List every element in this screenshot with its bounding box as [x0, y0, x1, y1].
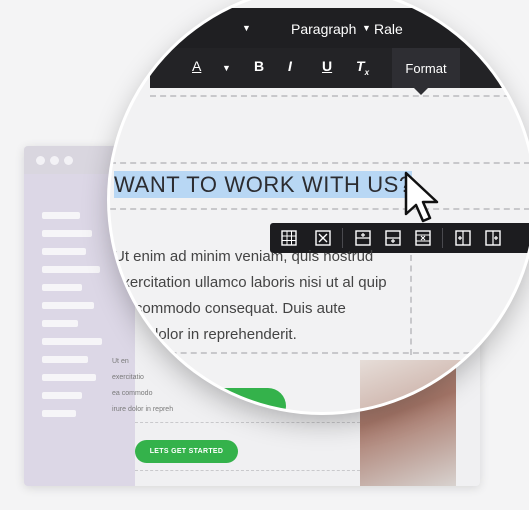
magnifier-lens: ▼ Paragraph ▼ Rale A ▼ B I U Tx Format W… — [110, 0, 529, 412]
table-properties-icon[interactable] — [280, 229, 298, 247]
insert-row-above-icon[interactable] — [354, 229, 372, 247]
editable-region-outline — [110, 162, 529, 164]
clear-format-sub: x — [364, 67, 370, 77]
lets-get-started-button[interactable]: LETS GET STARTED — [135, 440, 238, 463]
sidebar-line — [42, 266, 100, 273]
mini-text-line: ea commodo — [134, 388, 181, 397]
bold-button[interactable]: B — [254, 58, 264, 74]
editable-region-outline — [110, 208, 529, 210]
insert-column-left-icon[interactable] — [454, 229, 472, 247]
underline-button[interactable]: U — [322, 58, 332, 74]
editable-region-outline — [150, 95, 529, 97]
paragraph-line[interactable]: Ut enim ad minim veniam, quis nostrud — [114, 246, 373, 268]
editable-region-outline — [120, 352, 529, 354]
clear-format-button[interactable]: Tx — [356, 58, 369, 77]
toolbar-separator — [442, 228, 443, 248]
column-outline — [410, 255, 412, 355]
chevron-down-icon[interactable]: ▼ — [222, 63, 231, 73]
delete-row-icon[interactable] — [414, 229, 432, 247]
section-divider — [135, 470, 360, 471]
paragraph-line[interactable]: dolor in reprehenderit. — [150, 324, 297, 346]
font-dropdown[interactable]: Rale — [374, 21, 403, 37]
sidebar-line — [42, 230, 92, 237]
sidebar-line — [42, 392, 82, 399]
mini-text-line: irure dolor in repreh — [134, 402, 204, 411]
mini-text-line: exercitatio — [134, 374, 171, 383]
mini-text-line: Ut en — [134, 360, 154, 369]
section-divider — [135, 422, 360, 423]
format-toolbar-row-1: ▼ Paragraph ▼ Rale — [150, 8, 529, 48]
insert-row-below-icon[interactable] — [384, 229, 402, 247]
page-heading[interactable]: WANT TO WORK WITH US? — [114, 171, 412, 198]
sidebar-line — [42, 212, 80, 219]
magnified-photo — [360, 360, 529, 412]
insert-column-right-icon[interactable] — [484, 229, 502, 247]
sidebar-line — [42, 338, 102, 345]
paragraph-line[interactable]: exercitation ullamco laboris nisi ut al … — [114, 272, 387, 294]
format-button[interactable]: Format — [392, 48, 460, 88]
window-dot — [64, 156, 73, 165]
chevron-down-icon[interactable]: ▼ — [362, 23, 371, 33]
text-color-button[interactable]: A — [192, 58, 201, 74]
mouse-cursor-icon — [404, 171, 439, 223]
sidebar-line — [42, 410, 76, 417]
sidebar-line — [42, 248, 86, 255]
sidebar-line — [42, 356, 88, 363]
sidebar-line — [42, 374, 96, 381]
italic-button[interactable]: I — [288, 58, 292, 74]
sidebar-line — [42, 320, 78, 327]
paragraph-line[interactable]: ea commodo consequat. Duis aute — [114, 298, 346, 320]
chevron-down-icon[interactable]: ▼ — [242, 23, 251, 33]
sidebar-line — [42, 284, 82, 291]
paragraph-dropdown[interactable]: Paragraph — [291, 21, 356, 37]
window-dot — [36, 156, 45, 165]
window-dot — [50, 156, 59, 165]
screenshot-stage: Ut en exercitatio ea commodo irure dolor… — [0, 0, 529, 510]
selected-heading-text[interactable]: WANT TO WORK WITH US? — [114, 171, 412, 198]
toolbar-separator — [342, 228, 343, 248]
delete-table-icon[interactable] — [314, 229, 332, 247]
clear-format-label: T — [356, 58, 365, 74]
format-toolbar-row-2: A ▼ B I U Tx — [150, 48, 529, 88]
sidebar-line — [42, 302, 94, 309]
magnified-editor: ▼ Paragraph ▼ Rale A ▼ B I U Tx Format W… — [110, 0, 529, 412]
magnified-cta-button[interactable]: TED — [196, 388, 286, 412]
toolbar-pointer — [414, 88, 428, 95]
